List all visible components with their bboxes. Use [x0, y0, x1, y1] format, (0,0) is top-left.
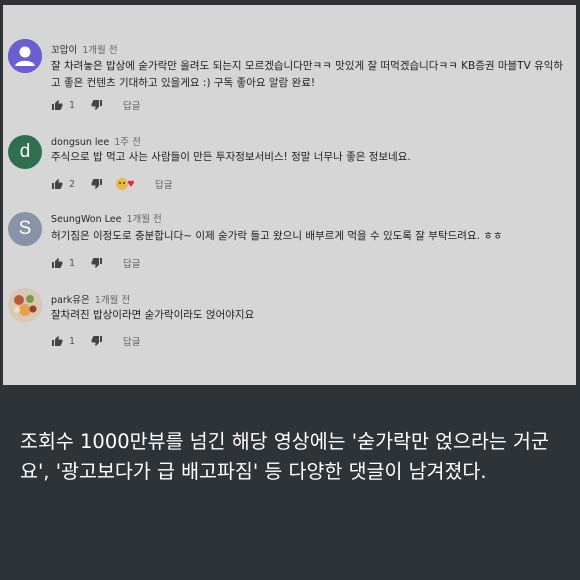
comment-time[interactable]: 1개월 전	[95, 295, 130, 306]
like-count: 1	[69, 335, 76, 347]
thumbs-up-icon	[52, 100, 63, 110]
comment-author[interactable]: 꼬맙이	[51, 45, 77, 56]
thumbs-up-icon	[52, 258, 63, 268]
like-button[interactable]	[51, 99, 63, 111]
photo-avatar-icon	[8, 288, 42, 322]
thumbs-down-icon	[91, 336, 103, 346]
comment-actions: 1 답글	[51, 256, 141, 270]
comment-text: 주식으로 밥 먹고 사는 사람들이 만든 투자정보서비스! 정말 너무나 좋은 …	[51, 151, 411, 163]
thumbs-down-icon	[91, 179, 103, 189]
comment-actions: 2 답글	[51, 177, 173, 191]
thumbs-up-icon	[52, 336, 63, 346]
comment-actions: 1 답글	[51, 334, 141, 348]
avatar[interactable]	[8, 39, 42, 73]
comment-meta: SeungWon Lee 1개월 전	[51, 211, 162, 225]
thumbs-down-icon	[91, 100, 103, 110]
caption-panel: 조회수 1000만뷰를 넘긴 해당 영상에는 '숟가락만 얹으라는 거군요', …	[0, 385, 580, 580]
dislike-button[interactable]	[91, 257, 103, 269]
like-count: 1	[69, 99, 76, 111]
comments-section: 꼬맙이 1개월 전 잘 차려놓은 밥상에 숟가락만 올려도 되는지 모르겠습니다…	[3, 5, 576, 385]
comment-text: 허기짐은 이정도로 충분합니다~ 이제 숟가락 들고 왔으니 배부르게 먹을 수…	[51, 230, 503, 242]
reply-button[interactable]: 답글	[123, 98, 140, 112]
avatar[interactable]: S	[8, 212, 42, 246]
comment-meta: 꼬맙이 1개월 전	[51, 42, 118, 56]
comment-time[interactable]: 1개월 전	[126, 214, 161, 225]
comment-author[interactable]: dongsun lee	[51, 137, 109, 148]
like-button[interactable]	[51, 257, 63, 269]
comment-meta: dongsun lee 1주 전	[51, 134, 141, 148]
comment-text: 잘차려진 밥상이라면 숟가락이라도 얹어야지요	[51, 309, 255, 321]
dislike-button[interactable]	[91, 335, 103, 347]
comment-time[interactable]: 1주 전	[114, 137, 141, 148]
like-button[interactable]	[51, 335, 63, 347]
reply-button[interactable]: 답글	[123, 334, 140, 348]
right-border	[576, 0, 580, 385]
like-button[interactable]	[51, 178, 63, 190]
comment-text: 잘 차려놓은 밥상에 숟가락만 올려도 되는지 모르겠습니다만ㅋㅋ 맛있게 잘 …	[51, 60, 564, 89]
thumbs-down-icon	[91, 258, 103, 268]
dislike-button[interactable]	[91, 99, 103, 111]
reply-button[interactable]: 답글	[123, 256, 140, 270]
comment-meta: park유은 1개월 전	[51, 292, 130, 306]
comment-actions: 1 답글	[51, 98, 141, 112]
comment-author[interactable]: park유은	[51, 295, 90, 306]
avatar[interactable]: d	[8, 135, 42, 169]
user-avatar-icon	[8, 39, 42, 73]
dislike-button[interactable]	[91, 178, 103, 190]
avatar-letter: d	[19, 141, 31, 162]
comment-time[interactable]: 1개월 전	[82, 45, 117, 56]
avatar[interactable]	[8, 288, 42, 322]
like-count: 2	[69, 178, 76, 190]
thumbs-up-icon	[52, 179, 63, 189]
creator-heart-icon	[115, 177, 135, 191]
avatar-letter: S	[18, 218, 32, 239]
comment-author[interactable]: SeungWon Lee	[51, 214, 121, 225]
caption-text: 조회수 1000만뷰를 넘긴 해당 영상에는 '숟가락만 얹으라는 거군요', …	[20, 430, 549, 483]
like-count: 1	[69, 257, 76, 269]
reply-button[interactable]: 답글	[155, 177, 172, 191]
